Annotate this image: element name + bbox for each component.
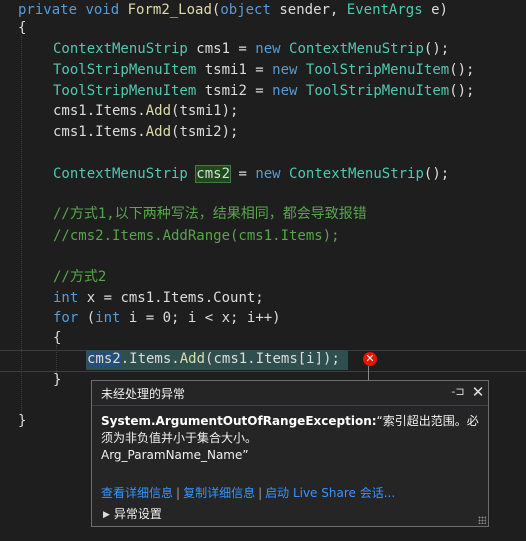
code-line-comment-addrange: //cms2.Items.AddRange(cms1.Items); (53, 228, 340, 244)
resize-grip[interactable] (478, 516, 486, 524)
exception-settings-label: 异常设置 (113, 507, 162, 521)
exception-settings-toggle[interactable]: ▶ 异常设置 (103, 505, 162, 522)
selected-identifier: cms2 (87, 351, 121, 367)
pin-icon[interactable]: -⊐ (451, 385, 465, 399)
code-line-add-tsmi1: cms1.Items.Add(tsmi1); (53, 103, 239, 119)
code-line-for: for (int i = 0; i < x; i++) (53, 310, 281, 326)
code-line-current-statement: cms2.Items.Add(cms1.Items[i]); (87, 351, 340, 367)
code-line-inner-open-brace: { (53, 330, 62, 346)
popup-header: 未经处理的异常 -⊐ ✕ (92, 381, 488, 406)
popup-links: 查看详细信息 | 复制详细信息 | 启动 Live Share 会话... (101, 486, 396, 500)
code-line-tsmi2-decl: ToolStripMenuItem tsmi2 = new ToolStripM… (53, 83, 475, 99)
exception-helper-popup: 未经处理的异常 -⊐ ✕ System.ArgumentOutOfRangeEx… (91, 380, 489, 527)
popup-title: 未经处理的异常 (101, 387, 186, 401)
error-icon[interactable] (363, 352, 377, 366)
code-line-comment-method1: //方式1,以下两种写法，结果相同，都会导致报错 (53, 206, 367, 222)
code-line-int-x: int x = cms1.Items.Count; (53, 290, 264, 306)
close-icon[interactable]: ✕ (471, 384, 485, 400)
code-line-comment-method2: //方式2 (53, 269, 107, 285)
copy-details-link[interactable]: 复制详细信息 (183, 486, 255, 500)
start-live-share-link[interactable]: 启动 Live Share 会话... (265, 486, 395, 500)
highlighted-identifier: cms2 (195, 165, 232, 183)
code-line-cms1-decl: ContextMenuStrip cms1 = new ContextMenuS… (53, 41, 450, 57)
code-line-open-brace: { (18, 20, 27, 36)
code-line-tsmi1-decl: ToolStripMenuItem tsmi1 = new ToolStripM… (53, 62, 475, 78)
exception-message: System.ArgumentOutOfRangeException:“索引超出… (101, 413, 479, 464)
code-line-cms2-decl: ContextMenuStrip cms2 = new ContextMenuS… (53, 165, 450, 183)
view-details-link[interactable]: 查看详细信息 (101, 486, 173, 500)
exception-type: System.ArgumentOutOfRangeException: (101, 414, 377, 428)
triangle-right-icon: ▶ (103, 510, 110, 520)
code-line-add-tsmi2: cms1.Items.Add(tsmi2); (53, 124, 239, 140)
